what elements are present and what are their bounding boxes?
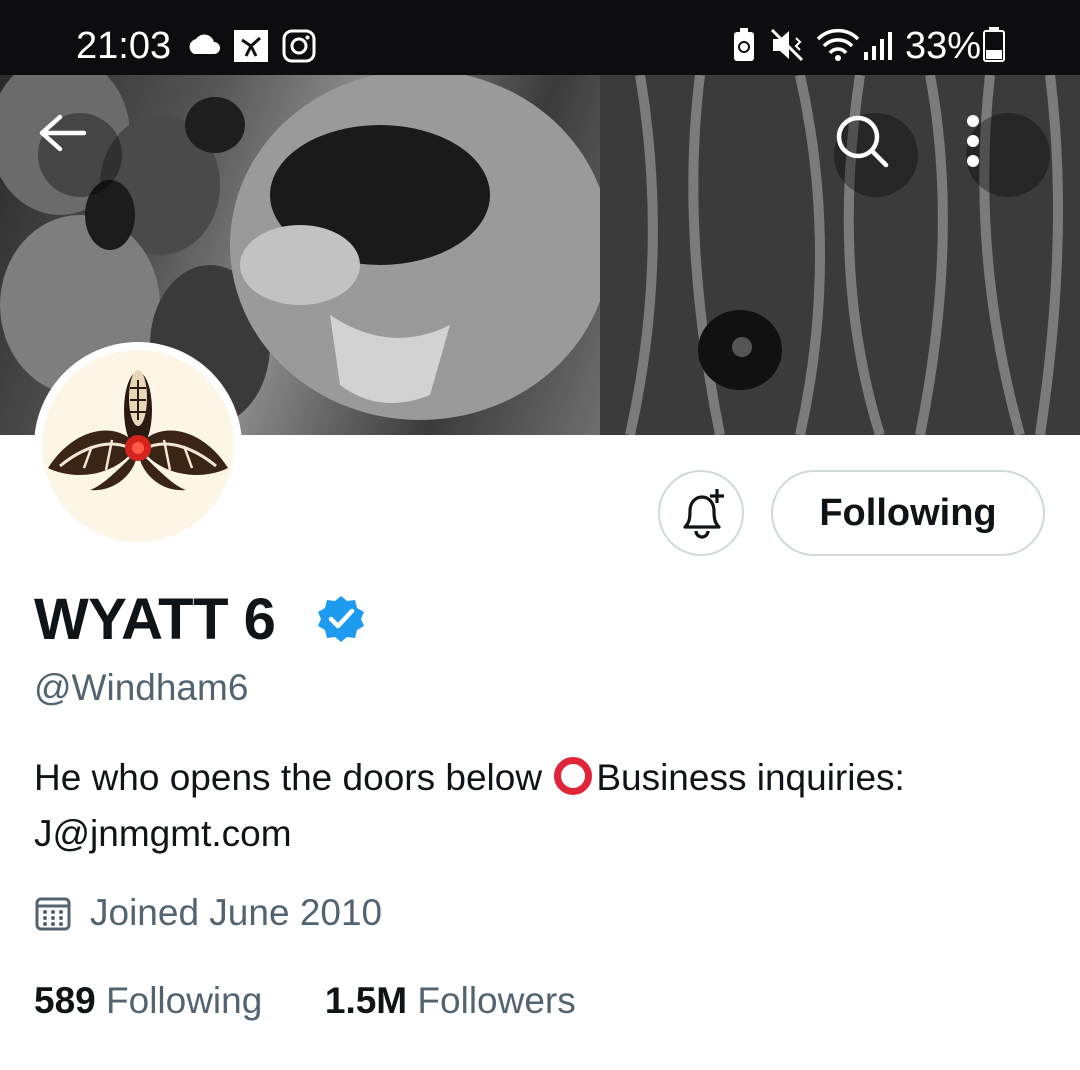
notifications-button[interactable] (658, 470, 744, 556)
profile-handle: @Windham6 (34, 667, 249, 708)
wifi-icon (816, 28, 860, 61)
back-button[interactable] (38, 113, 122, 197)
moth-logo-icon (48, 370, 228, 491)
calendar-icon (35, 897, 71, 931)
verified-badge-icon[interactable] (316, 594, 366, 644)
back-arrow-icon (39, 114, 87, 152)
follow-stats: 589 Following 1.5M Followers (34, 978, 576, 1024)
following-stat[interactable]: 589 Following (34, 980, 262, 1021)
battery-icon (983, 27, 1005, 62)
followers-label: Followers (417, 980, 576, 1021)
status-bar: 21:03 33% (0, 0, 1080, 75)
display-name: WYATT 6 (34, 587, 276, 652)
status-time: 21:03 (76, 25, 172, 67)
battery-percent: 33% (905, 25, 982, 67)
app-notification-icon (234, 30, 268, 62)
more-options-button[interactable] (966, 113, 1050, 197)
profile-bio: He who opens the doors below Business in… (34, 750, 1054, 862)
followers-count: 1.5M (324, 980, 408, 1021)
following-count: 589 (34, 980, 96, 1021)
following-label: Following (106, 980, 263, 1021)
search-icon (836, 115, 889, 168)
bell-plus-icon (683, 489, 724, 539)
more-vertical-icon (967, 115, 979, 167)
battery-saver-icon (734, 28, 754, 61)
cloud-icon (189, 34, 220, 54)
signal-icon (864, 32, 892, 60)
bio-text-part1: He who opens the doors below (34, 757, 553, 798)
profile-avatar[interactable] (34, 342, 242, 550)
search-button[interactable] (834, 113, 918, 197)
red-circle-icon (554, 757, 593, 795)
joined-text: Joined June 2010 (90, 892, 383, 933)
mute-icon (770, 28, 804, 62)
followers-stat[interactable]: 1.5M Followers (325, 980, 576, 1021)
instagram-icon (282, 29, 316, 63)
following-button[interactable]: Following (771, 470, 1045, 556)
